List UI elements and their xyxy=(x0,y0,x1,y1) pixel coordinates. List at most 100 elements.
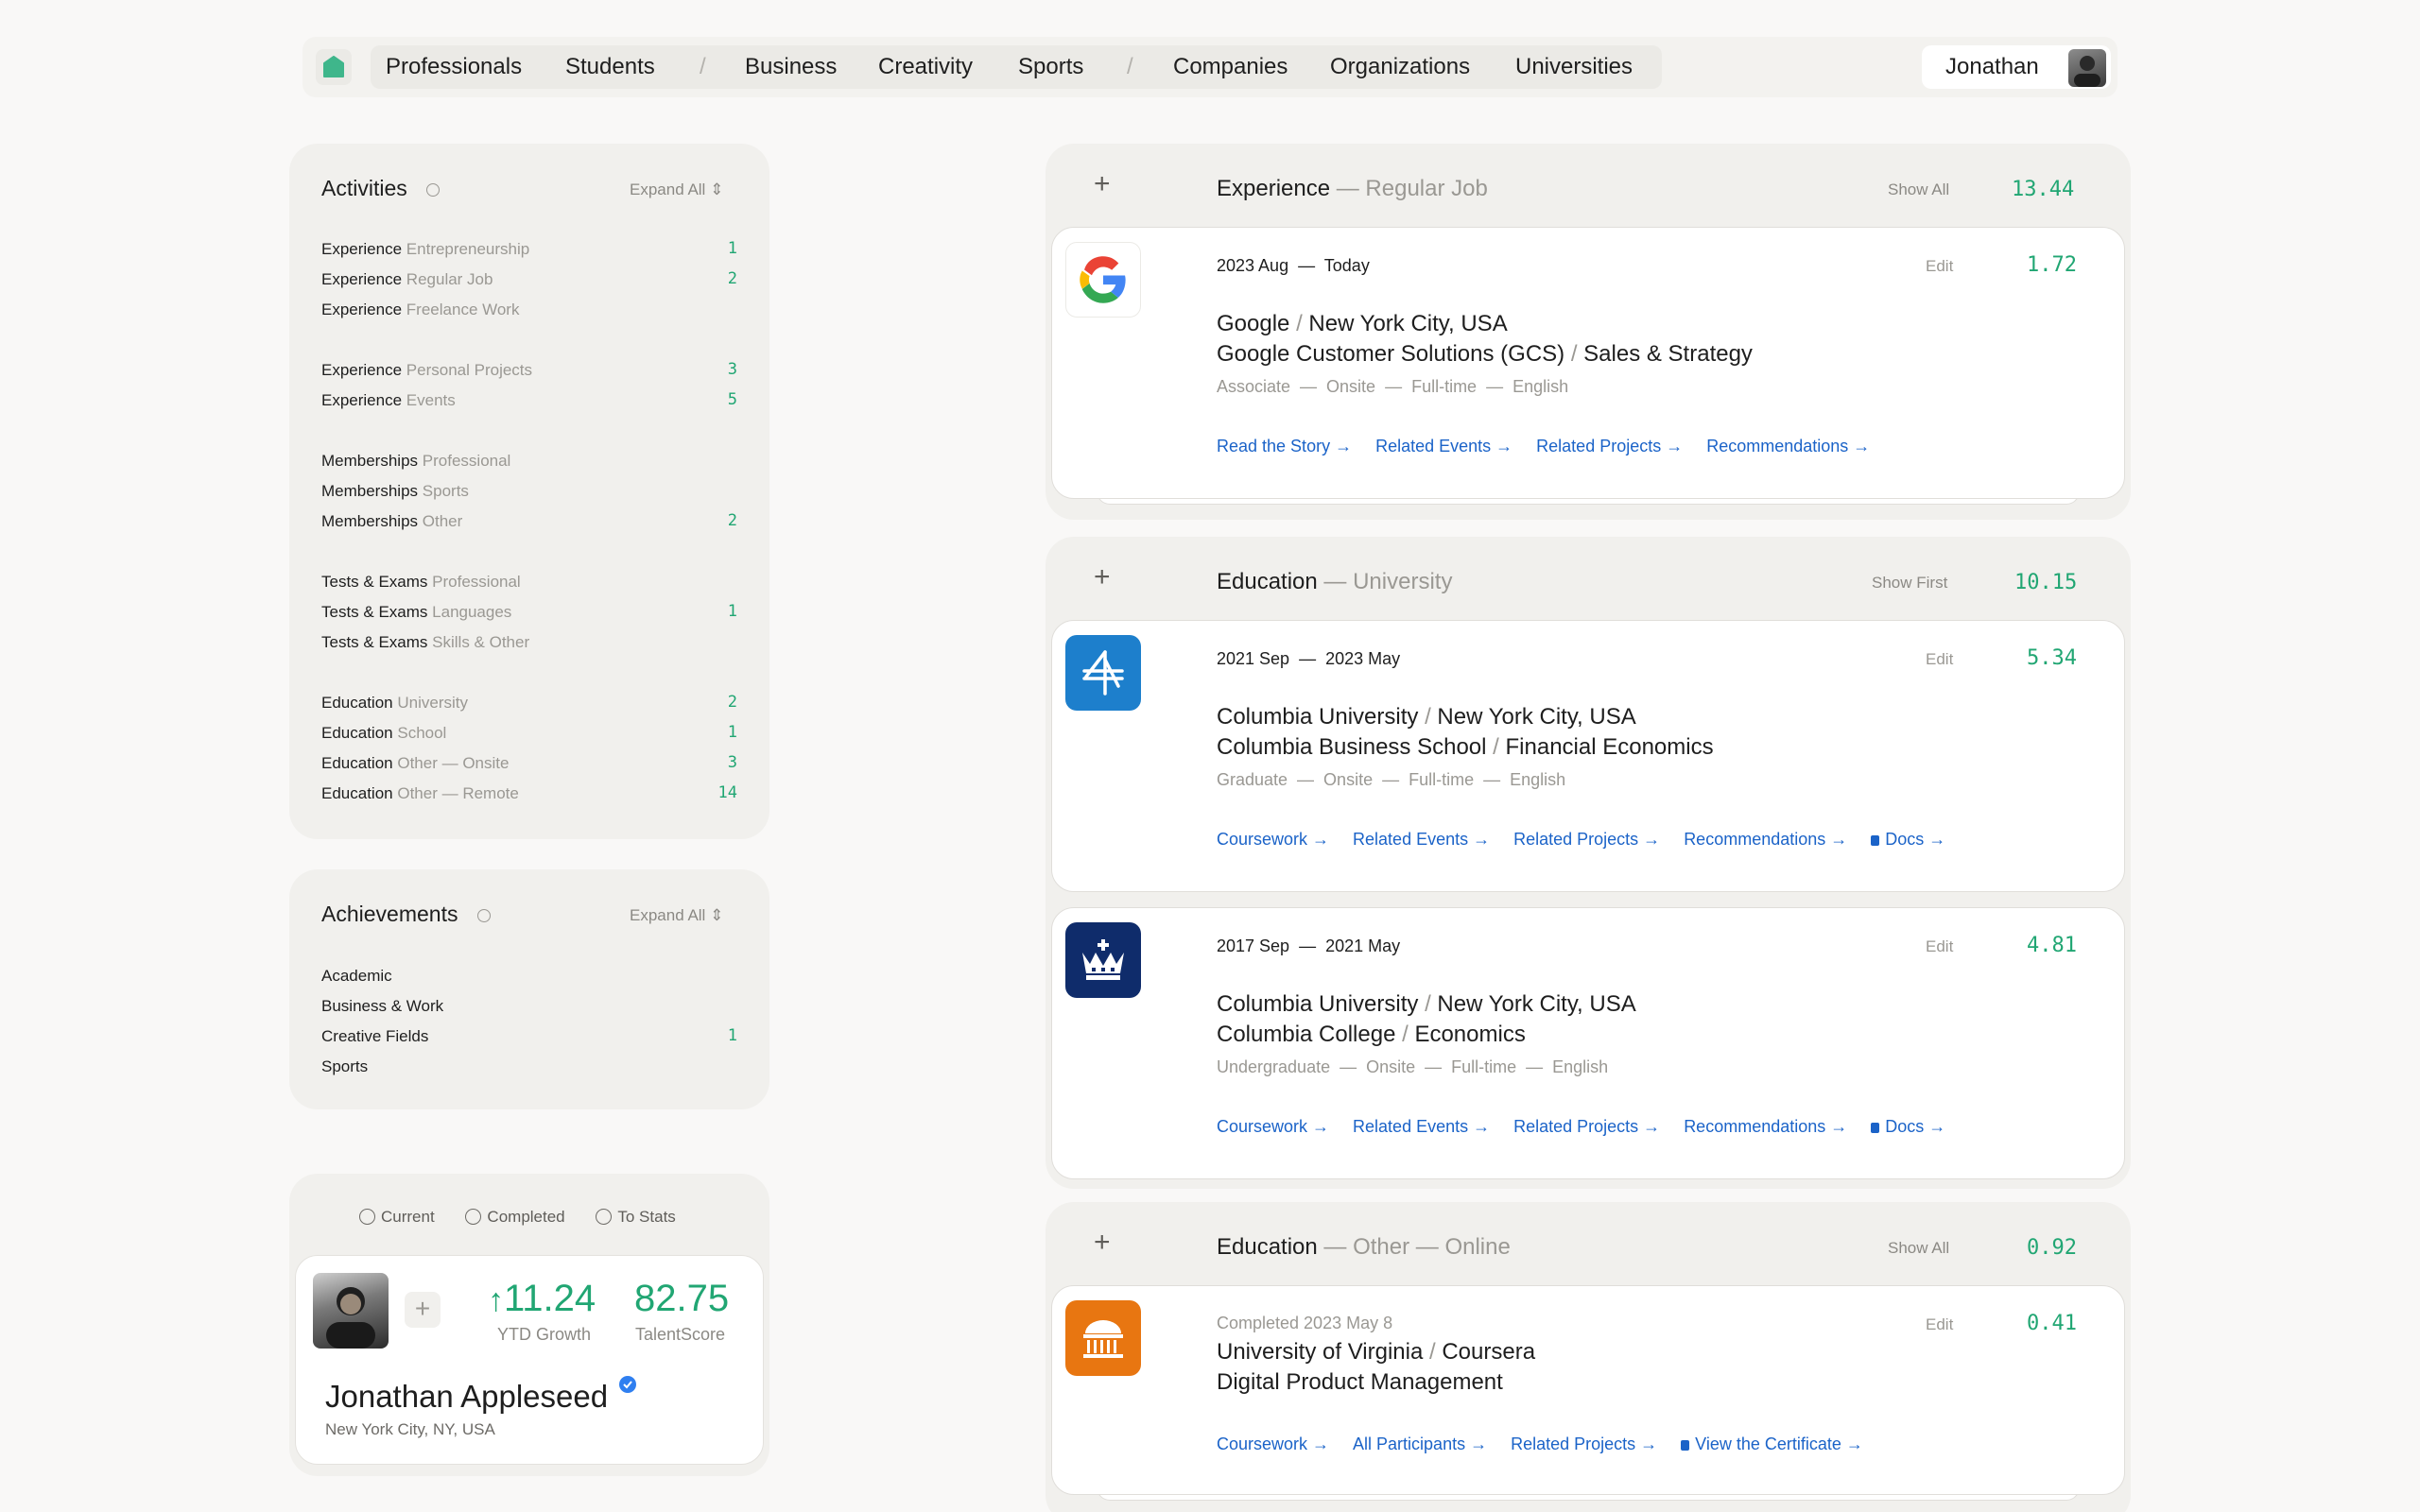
education-program: Digital Product Management xyxy=(1217,1369,1503,1395)
activity-row[interactable]: Experience Personal Projects xyxy=(321,360,532,381)
link-docs[interactable]: Docs → xyxy=(1871,1117,1969,1136)
card-score: 5.34 xyxy=(2027,646,2077,670)
lock-icon xyxy=(1871,1123,1880,1133)
activity-row[interactable]: Memberships Other xyxy=(321,511,462,532)
info-icon[interactable] xyxy=(477,909,491,922)
link-read-story[interactable]: Read the Story → xyxy=(1217,437,1352,455)
nav-item-organizations[interactable]: Organizations xyxy=(1330,53,1470,81)
tab-to-stats[interactable]: To Stats xyxy=(596,1208,676,1226)
link-recommendations[interactable]: Recommendations → xyxy=(1706,437,1870,455)
activity-category: Tests & Exams xyxy=(321,603,428,621)
edit-button[interactable]: Edit xyxy=(1926,257,1953,276)
activity-count: 3 xyxy=(727,360,737,379)
activity-row[interactable]: Tests & Exams Professional xyxy=(321,572,521,593)
link-recommendations[interactable]: Recommendations → xyxy=(1684,1117,1847,1136)
achievement-row[interactable]: Creative Fields xyxy=(321,1026,428,1047)
link-view-certificate[interactable]: View the Certificate → xyxy=(1681,1435,1887,1453)
link-related-projects[interactable]: Related Projects → xyxy=(1513,830,1660,849)
activity-row[interactable]: Experience Entrepreneurship xyxy=(321,239,529,260)
link-related-events[interactable]: Related Events → xyxy=(1353,830,1490,849)
profile-tabs: Current Completed To Stats xyxy=(359,1208,676,1227)
user-name: Jonathan xyxy=(1945,54,2039,79)
activity-row[interactable]: Experience Events xyxy=(321,390,456,411)
nav-item-students[interactable]: Students xyxy=(565,53,655,81)
info-icon[interactable] xyxy=(426,183,440,197)
tab-completed[interactable]: Completed xyxy=(465,1208,565,1226)
link-related-events[interactable]: Related Events → xyxy=(1375,437,1512,455)
activity-category: Education xyxy=(321,724,393,742)
activity-row[interactable]: Memberships Professional xyxy=(321,451,510,472)
link-docs[interactable]: Docs → xyxy=(1871,830,1969,849)
profile-avatar[interactable] xyxy=(313,1273,389,1349)
activity-row[interactable]: Tests & Exams Skills & Other xyxy=(321,632,529,653)
activities-expand-all[interactable]: Expand All ⇕ xyxy=(630,180,723,199)
nav-item-universities[interactable]: Universities xyxy=(1515,53,1633,81)
achievements-expand-all[interactable]: Expand All ⇕ xyxy=(630,906,723,925)
tab-label: To Stats xyxy=(617,1208,676,1226)
education-dates: 2017 Sep — 2021 May xyxy=(1217,936,1400,956)
activity-row[interactable]: Experience Regular Job xyxy=(321,269,493,290)
nav-item-creativity[interactable]: Creativity xyxy=(878,53,973,81)
achievement-row[interactable]: Sports xyxy=(321,1057,368,1077)
activity-subcategory: Professional xyxy=(422,452,511,470)
activity-category: Experience xyxy=(321,270,403,288)
institution-location: New York City, USA xyxy=(1437,704,1636,730)
achievement-row[interactable]: Business & Work xyxy=(321,996,443,1017)
show-all-button[interactable]: Show All xyxy=(1888,180,1949,199)
add-avatar-button[interactable]: + xyxy=(405,1292,441,1328)
link-all-participants[interactable]: All Participants → xyxy=(1353,1435,1487,1453)
activity-row[interactable]: Education School xyxy=(321,723,446,744)
link-related-projects[interactable]: Related Projects → xyxy=(1536,437,1683,455)
section-score: 10.15 xyxy=(2014,571,2078,594)
education-program: Columbia Business School / Financial Eco… xyxy=(1217,734,1714,760)
activity-count: 1 xyxy=(727,602,737,621)
activity-subcategory: Events xyxy=(406,391,456,409)
nav-separator: / xyxy=(1127,54,1133,79)
talent-score-value: 82.75 xyxy=(634,1278,730,1319)
verified-badge-icon xyxy=(619,1376,637,1393)
link-related-projects[interactable]: Related Projects → xyxy=(1511,1435,1657,1453)
link-coursework[interactable]: Coursework → xyxy=(1217,1435,1329,1453)
edit-button[interactable]: Edit xyxy=(1926,1315,1953,1334)
achievement-row[interactable]: Academic xyxy=(321,966,392,987)
edit-button[interactable]: Edit xyxy=(1926,937,1953,956)
date-to: Today xyxy=(1323,256,1370,275)
activity-row[interactable]: Education Other — Onsite xyxy=(321,753,509,774)
link-coursework[interactable]: Coursework → xyxy=(1217,1117,1329,1136)
link-related-projects[interactable]: Related Projects → xyxy=(1513,1117,1660,1136)
nav-item-sports[interactable]: Sports xyxy=(1018,53,1083,81)
activity-row[interactable]: Education Other — Remote xyxy=(321,783,519,804)
edit-button[interactable]: Edit xyxy=(1926,650,1953,669)
add-education-button[interactable]: + xyxy=(1094,1227,1111,1259)
link-recommendations[interactable]: Recommendations → xyxy=(1684,830,1847,849)
link-coursework[interactable]: Coursework → xyxy=(1217,830,1329,849)
home-button[interactable] xyxy=(316,49,352,85)
employer-location: New York City, USA xyxy=(1308,311,1508,336)
activity-category: Experience xyxy=(321,301,403,318)
show-all-button[interactable]: Show All xyxy=(1888,1239,1949,1258)
talent-score-label: TalentScore xyxy=(635,1325,726,1344)
link-related-events[interactable]: Related Events → xyxy=(1353,1117,1490,1136)
nav-item-companies[interactable]: Companies xyxy=(1173,53,1288,81)
add-education-button[interactable]: + xyxy=(1094,561,1111,593)
add-experience-button[interactable]: + xyxy=(1094,168,1111,200)
activity-row[interactable]: Tests & Exams Languages xyxy=(321,602,511,623)
experience-meta: Associate — Onsite — Full-time — English xyxy=(1217,377,1569,396)
user-avatar[interactable] xyxy=(2068,49,2106,87)
education-institution: Columbia University / New York City, USA xyxy=(1217,704,1636,730)
profile-name: Jonathan Appleseed xyxy=(325,1375,637,1415)
link-certificate-label: View the Certificate → xyxy=(1695,1435,1863,1453)
activity-row[interactable]: Experience Freelance Work xyxy=(321,300,519,320)
activity-row[interactable]: Education University xyxy=(321,693,468,713)
section-title: Experience — Regular Job xyxy=(1217,176,1488,202)
activity-category: Memberships xyxy=(321,452,419,470)
activity-row[interactable]: Memberships Sports xyxy=(321,481,469,502)
tab-current[interactable]: Current xyxy=(359,1208,435,1226)
card-score: 4.81 xyxy=(2027,934,2077,957)
date-separator: — xyxy=(1299,936,1317,955)
show-first-button[interactable]: Show First xyxy=(1872,574,1947,593)
nav-item-professionals[interactable]: Professionals xyxy=(386,53,522,81)
nav-item-business[interactable]: Business xyxy=(745,53,837,81)
date-separator: — xyxy=(1298,256,1316,275)
crown-icon xyxy=(1082,939,1124,980)
